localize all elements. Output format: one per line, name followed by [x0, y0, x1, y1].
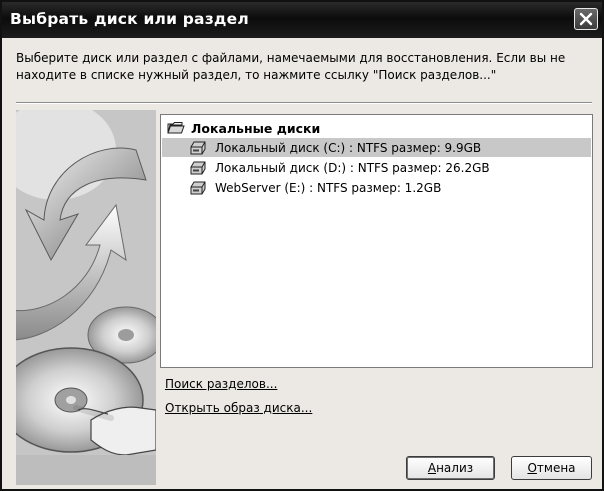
tree-root-local-disks[interactable]: Локальные диски — [167, 119, 320, 137]
cancel-button[interactable]: Отмена — [511, 456, 592, 480]
cancel-button-label: тмена — [536, 461, 576, 475]
folder-open-icon — [167, 122, 185, 134]
cancel-button-mnemonic: О — [527, 461, 537, 475]
hard-disk-icon — [190, 141, 206, 154]
tree-item-label: Локальный диск (C:) : NTFS размер: 9.9GB — [215, 140, 482, 155]
hard-disk-icon — [190, 161, 206, 174]
close-button[interactable] — [574, 8, 598, 30]
tree-item-disk-d[interactable]: Локальный диск (D:) : NTFS размер: 26.2G… — [189, 158, 490, 177]
tree-root-label: Локальные диски — [191, 120, 321, 136]
recovery-illustration — [16, 110, 156, 485]
search-partitions-link[interactable]: Поиск разделов... — [165, 377, 277, 391]
tree-item-disk-e[interactable]: WebServer (E:) : NTFS размер: 1.2GB — [189, 178, 441, 197]
title-bar[interactable]: Выбрать диск или раздел — [2, 2, 602, 38]
analyze-button[interactable]: Анализ — [406, 456, 495, 480]
open-disk-image-link[interactable]: Открыть образ диска... — [165, 401, 312, 415]
analyze-button-label: нализ — [436, 461, 474, 475]
tree-item-disk-c[interactable]: Локальный диск (C:) : NTFS размер: 9.9GB — [162, 138, 591, 157]
hard-disk-icon — [190, 181, 206, 194]
close-icon — [579, 12, 593, 26]
separator — [16, 102, 592, 104]
instructions-text: Выберите диск или раздел с файлами, наме… — [16, 51, 566, 82]
window-title: Выбрать диск или раздел — [10, 10, 249, 28]
disk-tree-list[interactable]: Локальные диски Локальный диск (C:) : NT… — [160, 114, 593, 368]
tree-item-label: Локальный диск (D:) : NTFS размер: 26.2G… — [215, 160, 490, 175]
recovery-art-icon — [16, 110, 156, 485]
tree-item-label: WebServer (E:) : NTFS размер: 1.2GB — [215, 180, 442, 195]
analyze-button-mnemonic: А — [427, 461, 437, 475]
dialog-window: Выбрать диск или раздел Выберите диск ил… — [0, 0, 604, 491]
